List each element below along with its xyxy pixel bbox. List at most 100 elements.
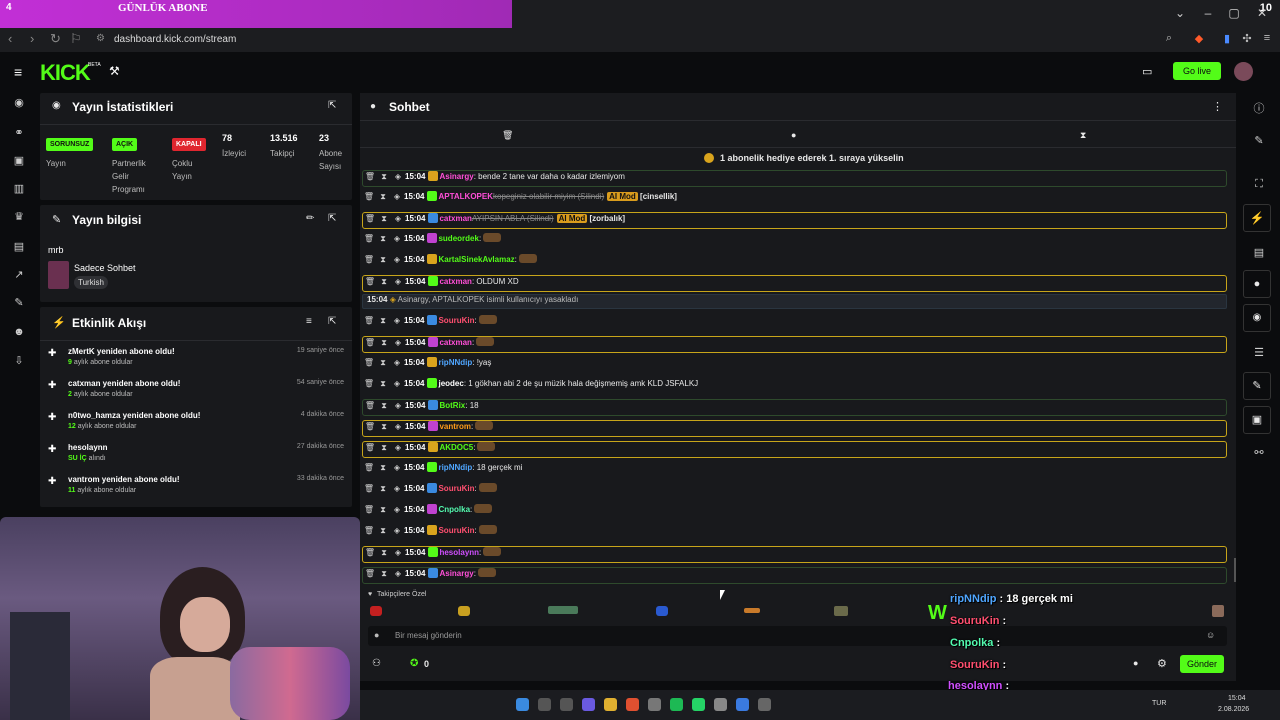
chat-username[interactable]: APTALKOPEK: [438, 192, 493, 201]
app-icon[interactable]: [582, 698, 595, 711]
trash-icon[interactable]: 🗑: [363, 443, 377, 452]
trash-icon[interactable]: 🗑: [362, 234, 376, 243]
language-indicator[interactable]: TUR: [1152, 700, 1166, 707]
shield-icon[interactable]: ◈: [391, 443, 405, 452]
shield-icon[interactable]: ◈: [391, 277, 405, 286]
emote[interactable]: [744, 608, 760, 613]
analytics-icon[interactable]: ↗: [12, 268, 26, 282]
stream-icon[interactable]: ◉: [12, 96, 26, 110]
share-icon[interactable]: ⚯: [1252, 446, 1266, 460]
hourglass-icon[interactable]: ⧗: [377, 338, 391, 348]
hourglass-icon[interactable]: ⧗: [376, 234, 390, 244]
trash-icon[interactable]: 🗑: [502, 130, 513, 141]
shield-icon[interactable]: ◈: [390, 463, 404, 472]
shield-icon[interactable]: ◈: [390, 358, 404, 367]
menu-icon[interactable]: ≡: [1260, 32, 1274, 46]
chat-mode-icon[interactable]: ●: [374, 630, 379, 640]
shield-icon[interactable]: ◈: [391, 569, 405, 578]
hourglass-icon[interactable]: ⧗: [377, 277, 391, 287]
chat-username[interactable]: hesolaynn: [439, 548, 479, 557]
hourglass-icon[interactable]: ⧗: [377, 172, 391, 182]
shield-icon[interactable]: ◈: [390, 234, 404, 243]
scrollbar[interactable]: [1234, 558, 1236, 582]
chat-username[interactable]: Asinargy: [439, 172, 473, 181]
screen-icon[interactable]: ▭: [1142, 65, 1152, 78]
shield-icon[interactable]: ◈: [391, 338, 405, 347]
trophy-icon[interactable]: ♛: [12, 210, 26, 224]
emote[interactable]: [834, 606, 848, 616]
emote[interactable]: [1212, 605, 1224, 617]
window-icon[interactable]: ▣: [12, 154, 26, 168]
fullscreen-icon[interactable]: ⛶: [1252, 178, 1266, 192]
minimize-icon[interactable]: –: [1198, 6, 1218, 24]
send-button[interactable]: Gönder: [1180, 655, 1224, 673]
chat-username[interactable]: catxman: [439, 277, 471, 286]
back-icon[interactable]: ‹: [8, 31, 12, 46]
chat-users-icon[interactable]: ⚇: [372, 658, 381, 669]
search-icon[interactable]: [538, 698, 551, 711]
close-icon[interactable]: ✕: [1252, 6, 1272, 24]
url-text[interactable]: dashboard.kick.com/stream: [114, 34, 236, 45]
gear-icon[interactable]: ⚙: [1157, 657, 1167, 670]
app-icon[interactable]: [736, 698, 749, 711]
shield-icon[interactable]: ◈: [390, 192, 404, 201]
hourglass-icon[interactable]: ⧗: [377, 548, 391, 558]
shield-icon[interactable]: ◈: [390, 505, 404, 514]
chat-username[interactable]: ripNNdip: [438, 463, 472, 472]
trash-icon[interactable]: 🗑: [363, 338, 377, 347]
hourglass-icon[interactable]: ⧗: [376, 358, 390, 368]
avatar[interactable]: [1234, 62, 1253, 81]
trash-icon[interactable]: 🗑: [363, 569, 377, 578]
go-live-button[interactable]: Go live: [1173, 62, 1221, 80]
extension-icon[interactable]: ▮: [1220, 32, 1234, 46]
info-icon[interactable]: ⓘ: [1252, 100, 1266, 115]
settings-icon[interactable]: [714, 698, 727, 711]
hourglass-icon[interactable]: ⧗: [376, 255, 390, 265]
trash-icon[interactable]: 🗑: [362, 255, 376, 264]
emote[interactable]: [458, 606, 470, 616]
folder-icon[interactable]: [604, 698, 617, 711]
wrench-icon[interactable]: ✎: [12, 296, 26, 310]
chat-username[interactable]: ripNNdip: [438, 358, 472, 367]
edit-icon[interactable]: ✏: [306, 213, 314, 224]
pen-icon[interactable]: ✎: [1252, 134, 1266, 148]
hammer-icon[interactable]: ⚒: [109, 64, 120, 78]
trash-icon[interactable]: 🗑: [363, 422, 377, 431]
quick-action-bolt[interactable]: ⚡: [1243, 204, 1271, 232]
shield-icon[interactable]: ◈: [391, 548, 405, 557]
hourglass-icon[interactable]: ⧗: [376, 484, 390, 494]
more-icon[interactable]: ⋮: [1212, 100, 1223, 113]
emote[interactable]: [656, 606, 668, 616]
chevron-down-icon[interactable]: ⌄: [1170, 6, 1190, 24]
shield-icon[interactable]: ◈: [390, 379, 404, 388]
hourglass-icon[interactable]: ⧗: [376, 379, 390, 389]
forward-icon[interactable]: ›: [30, 31, 34, 46]
quick-action-wrench[interactable]: ✎: [1243, 372, 1271, 400]
category-name[interactable]: Sadece Sohbet: [74, 263, 136, 273]
shield-icon[interactable]: ◈: [391, 422, 405, 431]
hourglass-icon[interactable]: ⧗: [377, 401, 391, 411]
users-icon[interactable]: ☻: [12, 326, 26, 340]
trash-icon[interactable]: 🗑: [363, 172, 377, 181]
hourglass-icon[interactable]: ⧗: [376, 316, 390, 326]
popout-icon[interactable]: ⇱: [328, 213, 336, 224]
chat-input[interactable]: Bir mesaj gönderin: [395, 631, 462, 640]
popout-icon[interactable]: ⇱: [328, 316, 336, 327]
popout-icon[interactable]: ⇱: [328, 100, 336, 111]
emote[interactable]: [370, 606, 382, 616]
emoji-icon[interactable]: ☺: [1206, 630, 1215, 640]
chat-settings-icon[interactable]: ●: [1133, 658, 1138, 668]
clock-time[interactable]: 15:04: [1228, 695, 1246, 702]
hamburger-icon[interactable]: ≡: [14, 64, 22, 80]
trash-icon[interactable]: 🗑: [362, 379, 376, 388]
hourglass-icon[interactable]: ⧗: [376, 463, 390, 473]
site-settings-icon[interactable]: ⚙: [96, 33, 105, 44]
quick-action-window[interactable]: ▣: [1243, 406, 1271, 434]
chat-username[interactable]: catxman: [439, 214, 471, 223]
chat-username[interactable]: Asinargy: [439, 569, 473, 578]
chat-username[interactable]: AKDOC5: [439, 443, 473, 452]
kick-logo[interactable]: KICK: [40, 60, 91, 86]
shield-icon[interactable]: ◈: [390, 255, 404, 264]
trash-icon[interactable]: 🗑: [362, 463, 376, 472]
trash-icon[interactable]: 🗑: [362, 484, 376, 493]
